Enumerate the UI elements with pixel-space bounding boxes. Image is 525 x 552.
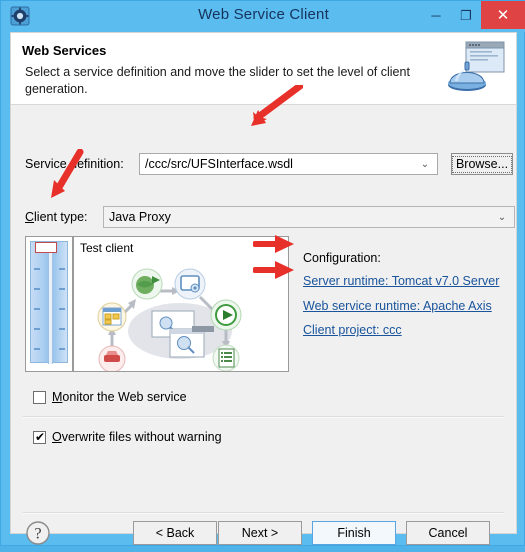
title-bar: Web Service Client ─ ❐ ✕ bbox=[1, 1, 525, 32]
slider-tick bbox=[59, 268, 65, 270]
help-question-icon[interactable]: ? bbox=[24, 519, 52, 547]
next-button-label: Next > bbox=[241, 526, 279, 540]
minimize-button[interactable]: ─ bbox=[421, 1, 451, 29]
overwrite-files-checkbox[interactable]: ✔ bbox=[33, 430, 46, 444]
maximize-button[interactable]: ❐ bbox=[451, 1, 481, 29]
monitor-web-service-checkbox[interactable] bbox=[33, 391, 46, 404]
minimize-icon: ─ bbox=[431, 7, 441, 23]
back-button-label: < Back bbox=[155, 526, 195, 540]
slider-tick bbox=[34, 288, 40, 290]
svg-text:?: ? bbox=[34, 526, 41, 543]
page-title: Web Services bbox=[22, 43, 107, 58]
slider-stem bbox=[48, 246, 53, 364]
service-definition-label: Service definition: bbox=[25, 157, 124, 171]
browse-button[interactable]: Browse... bbox=[451, 153, 513, 175]
web-service-runtime-link[interactable]: Web service runtime: Apache Axis bbox=[303, 299, 492, 313]
server-runtime-link[interactable]: Server runtime: Tomcat v7.0 Server bbox=[303, 274, 499, 288]
overwrite-files-label: Overwrite files without warning bbox=[52, 430, 222, 444]
slider-thumb[interactable] bbox=[35, 242, 57, 253]
client-type-label: Client type: bbox=[25, 210, 88, 224]
cancel-button[interactable]: Cancel bbox=[406, 521, 490, 545]
client-project-link[interactable]: Client project: ccc bbox=[303, 323, 402, 337]
slider-tick bbox=[59, 348, 65, 350]
finish-button[interactable]: Finish bbox=[312, 521, 396, 545]
test-client-label: Test client bbox=[80, 241, 134, 255]
separator bbox=[23, 416, 504, 418]
configuration-title: Configuration: bbox=[303, 251, 381, 265]
slider-tick bbox=[34, 268, 40, 270]
slider-tick bbox=[34, 308, 40, 310]
slider-tick bbox=[34, 328, 40, 330]
test-client-panel: Test client bbox=[73, 236, 289, 373]
slider-tick bbox=[34, 348, 40, 350]
slider-track[interactable] bbox=[30, 241, 68, 364]
slider-tick bbox=[59, 288, 65, 290]
cancel-button-label: Cancel bbox=[428, 526, 468, 540]
client-type-combo[interactable]: Java Proxy ⌄ bbox=[103, 206, 515, 228]
chevron-down-icon[interactable]: ⌄ bbox=[417, 154, 433, 174]
service-definition-combo[interactable]: /ccc/src/UFSInterface.wsdl ⌄ bbox=[139, 153, 438, 175]
dialog-body: Web Services Select a service definition… bbox=[10, 32, 517, 545]
wizard-header: Web Services Select a service definition… bbox=[11, 33, 516, 105]
web-service-banner-icon bbox=[445, 38, 507, 96]
page-description: Select a service definition and move the… bbox=[25, 65, 410, 96]
maximize-icon: ❐ bbox=[460, 7, 472, 23]
service-definition-value: /ccc/src/UFSInterface.wsdl bbox=[145, 157, 293, 171]
client-type-value: Java Proxy bbox=[109, 210, 171, 224]
chevron-down-icon[interactable]: ⌄ bbox=[494, 207, 510, 227]
checkbox-mark: ✔ bbox=[35, 430, 46, 444]
next-button[interactable]: Next > bbox=[218, 521, 302, 545]
finish-button-label: Finish bbox=[337, 526, 371, 540]
slider-tick bbox=[59, 328, 65, 330]
dialog-window: Web Service Client ─ ❐ ✕ Web Services Se… bbox=[0, 0, 525, 546]
back-button[interactable]: < Back bbox=[133, 521, 217, 545]
browse-button-label: Browse... bbox=[451, 155, 513, 173]
client-generation-slider[interactable] bbox=[25, 236, 73, 372]
close-button[interactable]: ✕ bbox=[481, 1, 525, 29]
test-client-diagram bbox=[74, 255, 288, 373]
monitor-web-service-label: Monitor the Web service bbox=[52, 390, 187, 404]
separator bbox=[23, 512, 504, 514]
slider-tick bbox=[59, 308, 65, 310]
close-icon: ✕ bbox=[496, 6, 510, 24]
